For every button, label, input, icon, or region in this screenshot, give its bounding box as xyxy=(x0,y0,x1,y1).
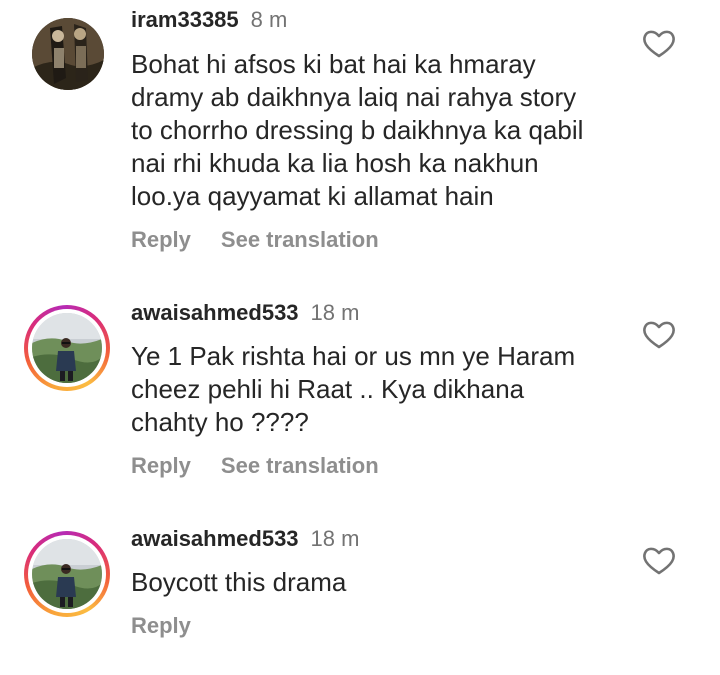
avatar-photo xyxy=(32,18,104,90)
comment-text: Boycott this drama xyxy=(131,566,611,599)
heart-outline-icon[interactable] xyxy=(642,320,676,350)
see-translation-button[interactable]: See translation xyxy=(221,453,379,478)
comment-meta: iram33385 8 m xyxy=(131,7,287,33)
comment-text-line: Boycott this drama xyxy=(131,567,347,597)
timestamp: 8 m xyxy=(250,7,288,32)
heart-outline-icon[interactable] xyxy=(642,546,676,576)
comment-text: Ye 1 Pak rishta hai or us mn ye Haram ch… xyxy=(131,340,611,439)
comment-text: Bohat hi afsos ki bat hai ka hmaray dram… xyxy=(131,48,611,213)
comment-text-line: Ye 1 Pak rishta hai or us mn ye Haram xyxy=(131,341,576,371)
comment-text-line: dramy ab daikhnya laiq nai rahya story xyxy=(131,82,577,112)
comment-meta: awaisahmed533 18 m xyxy=(131,526,359,552)
username[interactable]: iram33385 xyxy=(131,7,239,32)
comment-text-line: cheez pehli hi Raat .. Kya dikhana xyxy=(131,374,525,404)
reply-button[interactable]: Reply xyxy=(131,227,191,252)
avatar[interactable] xyxy=(32,18,104,90)
comment-text-line: loo.ya qayyamat ki allamat hain xyxy=(131,181,494,211)
comment-text-line: nai rhi khuda ka lia hosh ka nakhun xyxy=(131,148,539,178)
avatar-photo xyxy=(32,313,102,383)
comment-actions: Reply xyxy=(131,613,191,639)
heart-outline-icon[interactable] xyxy=(642,29,676,59)
comment-actions: Reply See translation xyxy=(131,227,379,253)
username[interactable]: awaisahmed533 xyxy=(131,300,299,325)
comment-meta: awaisahmed533 18 m xyxy=(131,300,359,326)
avatar-photo xyxy=(32,539,102,609)
reply-button[interactable]: Reply xyxy=(131,453,191,478)
comment-text-line: to chorrho dressing b daikhnya ka qabil xyxy=(131,115,584,145)
comment-text-line: Bohat hi afsos ki bat hai ka hmaray xyxy=(131,49,536,79)
avatar[interactable] xyxy=(24,305,110,391)
story-ring xyxy=(28,535,106,613)
story-ring xyxy=(28,309,106,387)
comment-text-line: chahty ho ???? xyxy=(131,407,309,437)
username[interactable]: awaisahmed533 xyxy=(131,526,299,551)
timestamp: 18 m xyxy=(310,526,360,551)
reply-button[interactable]: Reply xyxy=(131,613,191,638)
see-translation-button[interactable]: See translation xyxy=(221,227,379,252)
timestamp: 18 m xyxy=(310,300,360,325)
avatar[interactable] xyxy=(24,531,110,617)
comment-actions: Reply See translation xyxy=(131,453,379,479)
